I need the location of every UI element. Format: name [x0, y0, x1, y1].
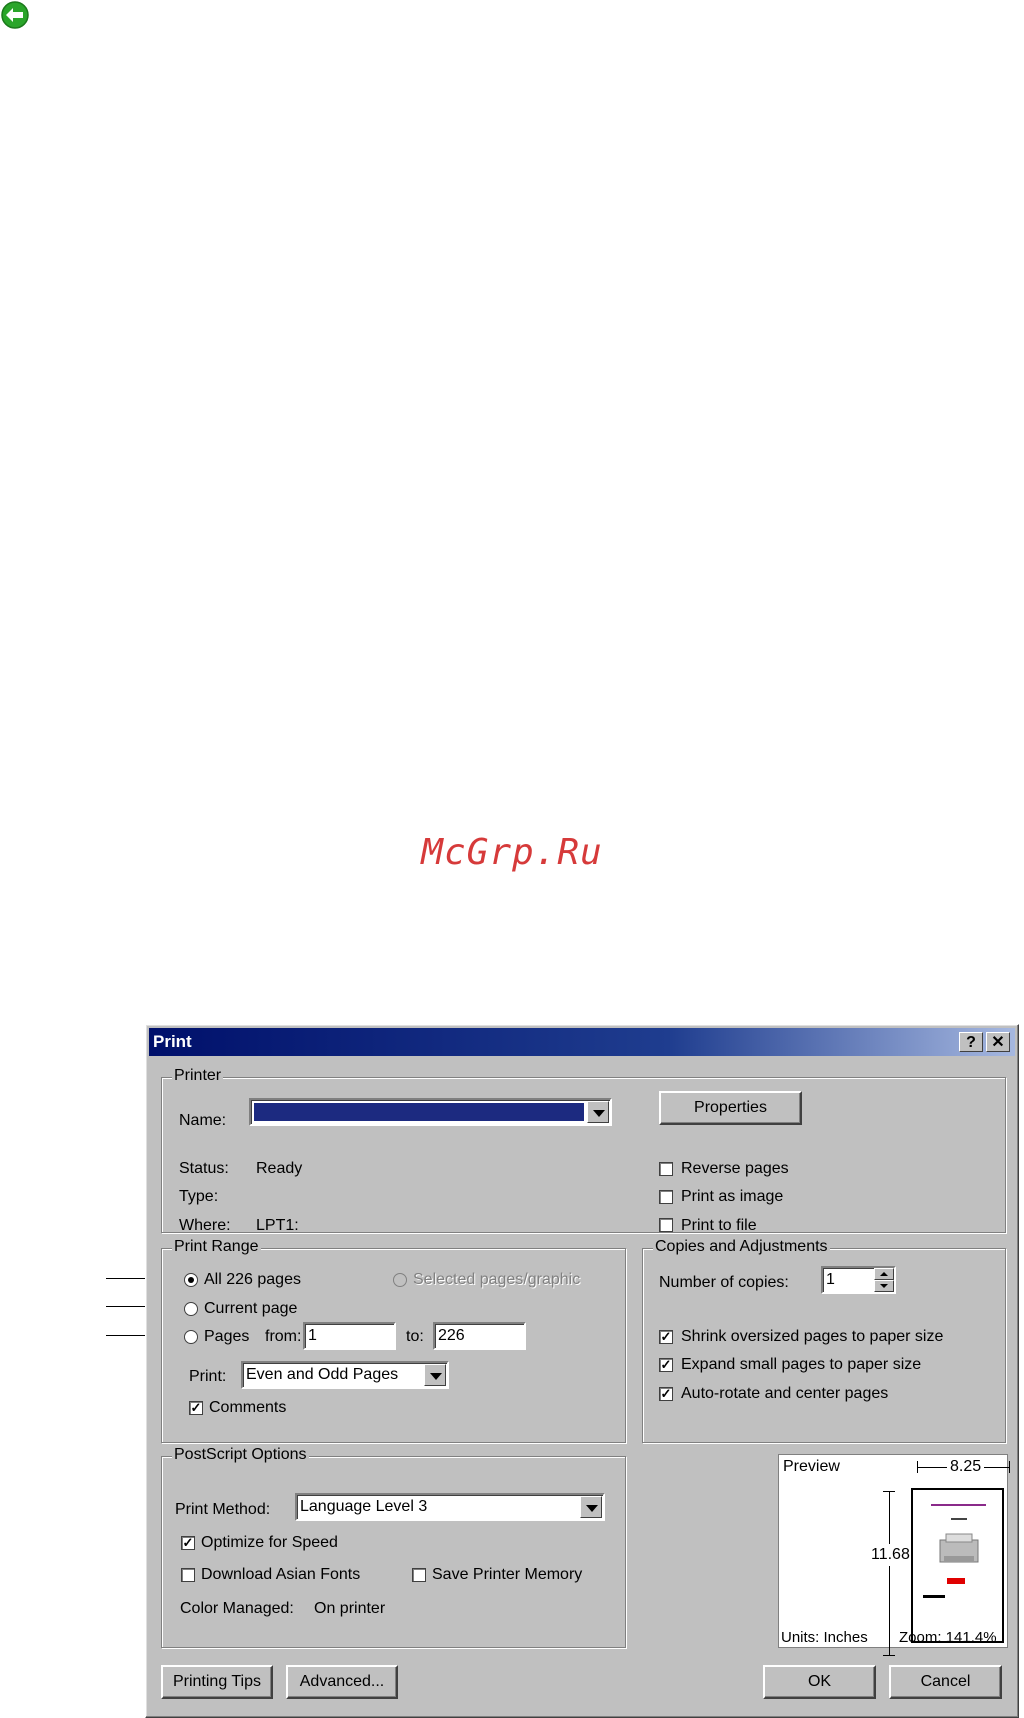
printer-name-highlight	[254, 1103, 584, 1121]
print-method-select[interactable]: Language Level 3	[295, 1493, 605, 1521]
thumb-header-line	[931, 1504, 986, 1506]
expand-checkbox[interactable]: ✓	[659, 1358, 673, 1372]
where-value: LPT1:	[256, 1217, 299, 1234]
all-pages-label[interactable]: All 226 pages	[204, 1271, 301, 1289]
pages-radio[interactable]	[184, 1330, 198, 1344]
printer-image-icon	[939, 1533, 979, 1563]
print-method-label: Print Method:	[175, 1501, 271, 1518]
height-tick-top	[883, 1491, 895, 1492]
print-to-file-checkbox[interactable]	[659, 1218, 673, 1232]
comments-checkbox[interactable]: ✓	[189, 1401, 203, 1415]
autorotate-label[interactable]: Auto-rotate and center pages	[681, 1385, 888, 1403]
print-range-group-title: Print Range	[172, 1238, 261, 1256]
spin-down-icon[interactable]	[874, 1280, 894, 1292]
preview-panel: Preview 8.25 11.68 Units: Inches Zoom: 1…	[778, 1454, 1010, 1656]
cancel-button[interactable]: Cancel	[889, 1665, 1002, 1699]
color-managed-label: Color Managed:	[180, 1600, 294, 1617]
height-tick-bottom	[883, 1655, 895, 1656]
status-value: Ready	[256, 1160, 303, 1177]
preview-width: 8.25	[947, 1458, 985, 1476]
dialog-titlebar: Print ? ✕	[149, 1028, 1015, 1056]
pages-label[interactable]: Pages	[204, 1328, 249, 1346]
printer-group-title: Printer	[172, 1067, 224, 1085]
to-input[interactable]: 226	[433, 1322, 526, 1350]
printing-tips-button[interactable]: Printing Tips	[161, 1665, 273, 1699]
type-label: Type:	[179, 1188, 219, 1205]
current-page-radio[interactable]	[184, 1302, 198, 1316]
thumb-footer-text	[923, 1595, 945, 1598]
download-fonts-label[interactable]: Download Asian Fonts	[201, 1566, 360, 1584]
print-dialog: Print ? ✕ Printer Name: Properties Statu…	[145, 1024, 1019, 1718]
save-memory-label[interactable]: Save Printer Memory	[432, 1566, 582, 1584]
selected-pages-label: Selected pages/graphic	[413, 1271, 581, 1288]
printer-name-select[interactable]	[249, 1098, 612, 1126]
from-input[interactable]: 1	[303, 1322, 396, 1350]
properties-button[interactable]: Properties	[659, 1091, 802, 1125]
spin-up-icon[interactable]	[874, 1268, 894, 1280]
watermark-text: McGrp.Ru	[421, 832, 603, 873]
save-memory-checkbox[interactable]	[412, 1568, 426, 1582]
height-dimension-line	[889, 1491, 890, 1655]
help-button[interactable]: ?	[959, 1032, 983, 1052]
advanced-button[interactable]: Advanced...	[286, 1665, 398, 1699]
chevron-down-icon[interactable]	[587, 1101, 609, 1123]
close-button[interactable]: ✕	[986, 1032, 1010, 1052]
print-method-value: Language Level 3	[300, 1498, 428, 1515]
from-label: from:	[265, 1328, 302, 1345]
optimize-checkbox[interactable]: ✓	[181, 1536, 195, 1550]
reverse-pages-label[interactable]: Reverse pages	[681, 1160, 789, 1178]
reverse-pages-checkbox[interactable]	[659, 1162, 673, 1176]
ok-button[interactable]: OK	[763, 1665, 876, 1699]
shrink-checkbox[interactable]: ✓	[659, 1330, 673, 1344]
width-tick-right	[1009, 1461, 1010, 1473]
autorotate-checkbox[interactable]: ✓	[659, 1387, 673, 1401]
copies-label: Number of copies:	[659, 1274, 789, 1291]
print-to-file-label[interactable]: Print to file	[681, 1217, 757, 1235]
page-thumbnail	[911, 1488, 1004, 1643]
print-range-group: Print Range All 226 pages Selected pages…	[161, 1238, 626, 1443]
comments-label[interactable]: Comments	[209, 1399, 286, 1417]
name-label: Name:	[179, 1112, 227, 1129]
chevron-down-icon[interactable]	[580, 1496, 602, 1518]
postscript-group-title: PostScript Options	[172, 1446, 309, 1464]
preview-label: Preview	[783, 1458, 840, 1475]
status-label: Status:	[179, 1160, 229, 1177]
preview-zoom: Zoom: 141.4%	[899, 1629, 997, 1646]
print-as-image-checkbox[interactable]	[659, 1190, 673, 1204]
print-subset-label: Print:	[189, 1368, 227, 1385]
print-subset-select[interactable]: Even and Odd Pages	[241, 1361, 449, 1389]
postscript-group: PostScript Options Print Method: Languag…	[161, 1446, 626, 1648]
selected-pages-radio	[393, 1273, 407, 1287]
chevron-down-icon[interactable]	[424, 1364, 446, 1386]
preview-units: Units: Inches	[781, 1629, 868, 1646]
current-page-label[interactable]: Current page	[204, 1300, 297, 1318]
printer-group: Printer Name: Properties Status: Ready T…	[161, 1067, 1006, 1235]
back-arrow-icon[interactable]	[0, 0, 30, 30]
thumb-red-arrow	[947, 1578, 965, 1584]
copies-spin-buttons[interactable]	[874, 1268, 894, 1292]
width-tick-left	[917, 1461, 918, 1473]
where-label: Where:	[179, 1217, 231, 1234]
expand-label[interactable]: Expand small pages to paper size	[681, 1356, 921, 1374]
copies-group: Copies and Adjustments Number of copies:…	[642, 1238, 1006, 1443]
color-managed-value: On printer	[314, 1600, 386, 1617]
shrink-label[interactable]: Shrink oversized pages to paper size	[681, 1328, 943, 1346]
copies-group-title: Copies and Adjustments	[653, 1238, 830, 1256]
all-pages-radio[interactable]	[184, 1273, 198, 1287]
download-fonts-checkbox[interactable]	[181, 1568, 195, 1582]
preview-height: 11.68	[871, 1544, 910, 1566]
optimize-label[interactable]: Optimize for Speed	[201, 1534, 338, 1552]
print-subset-value: Even and Odd Pages	[246, 1366, 399, 1383]
thumb-subheader-line	[951, 1518, 967, 1520]
print-as-image-label[interactable]: Print as image	[681, 1188, 783, 1206]
to-label: to:	[406, 1328, 424, 1345]
dialog-title: Print	[153, 1032, 192, 1051]
